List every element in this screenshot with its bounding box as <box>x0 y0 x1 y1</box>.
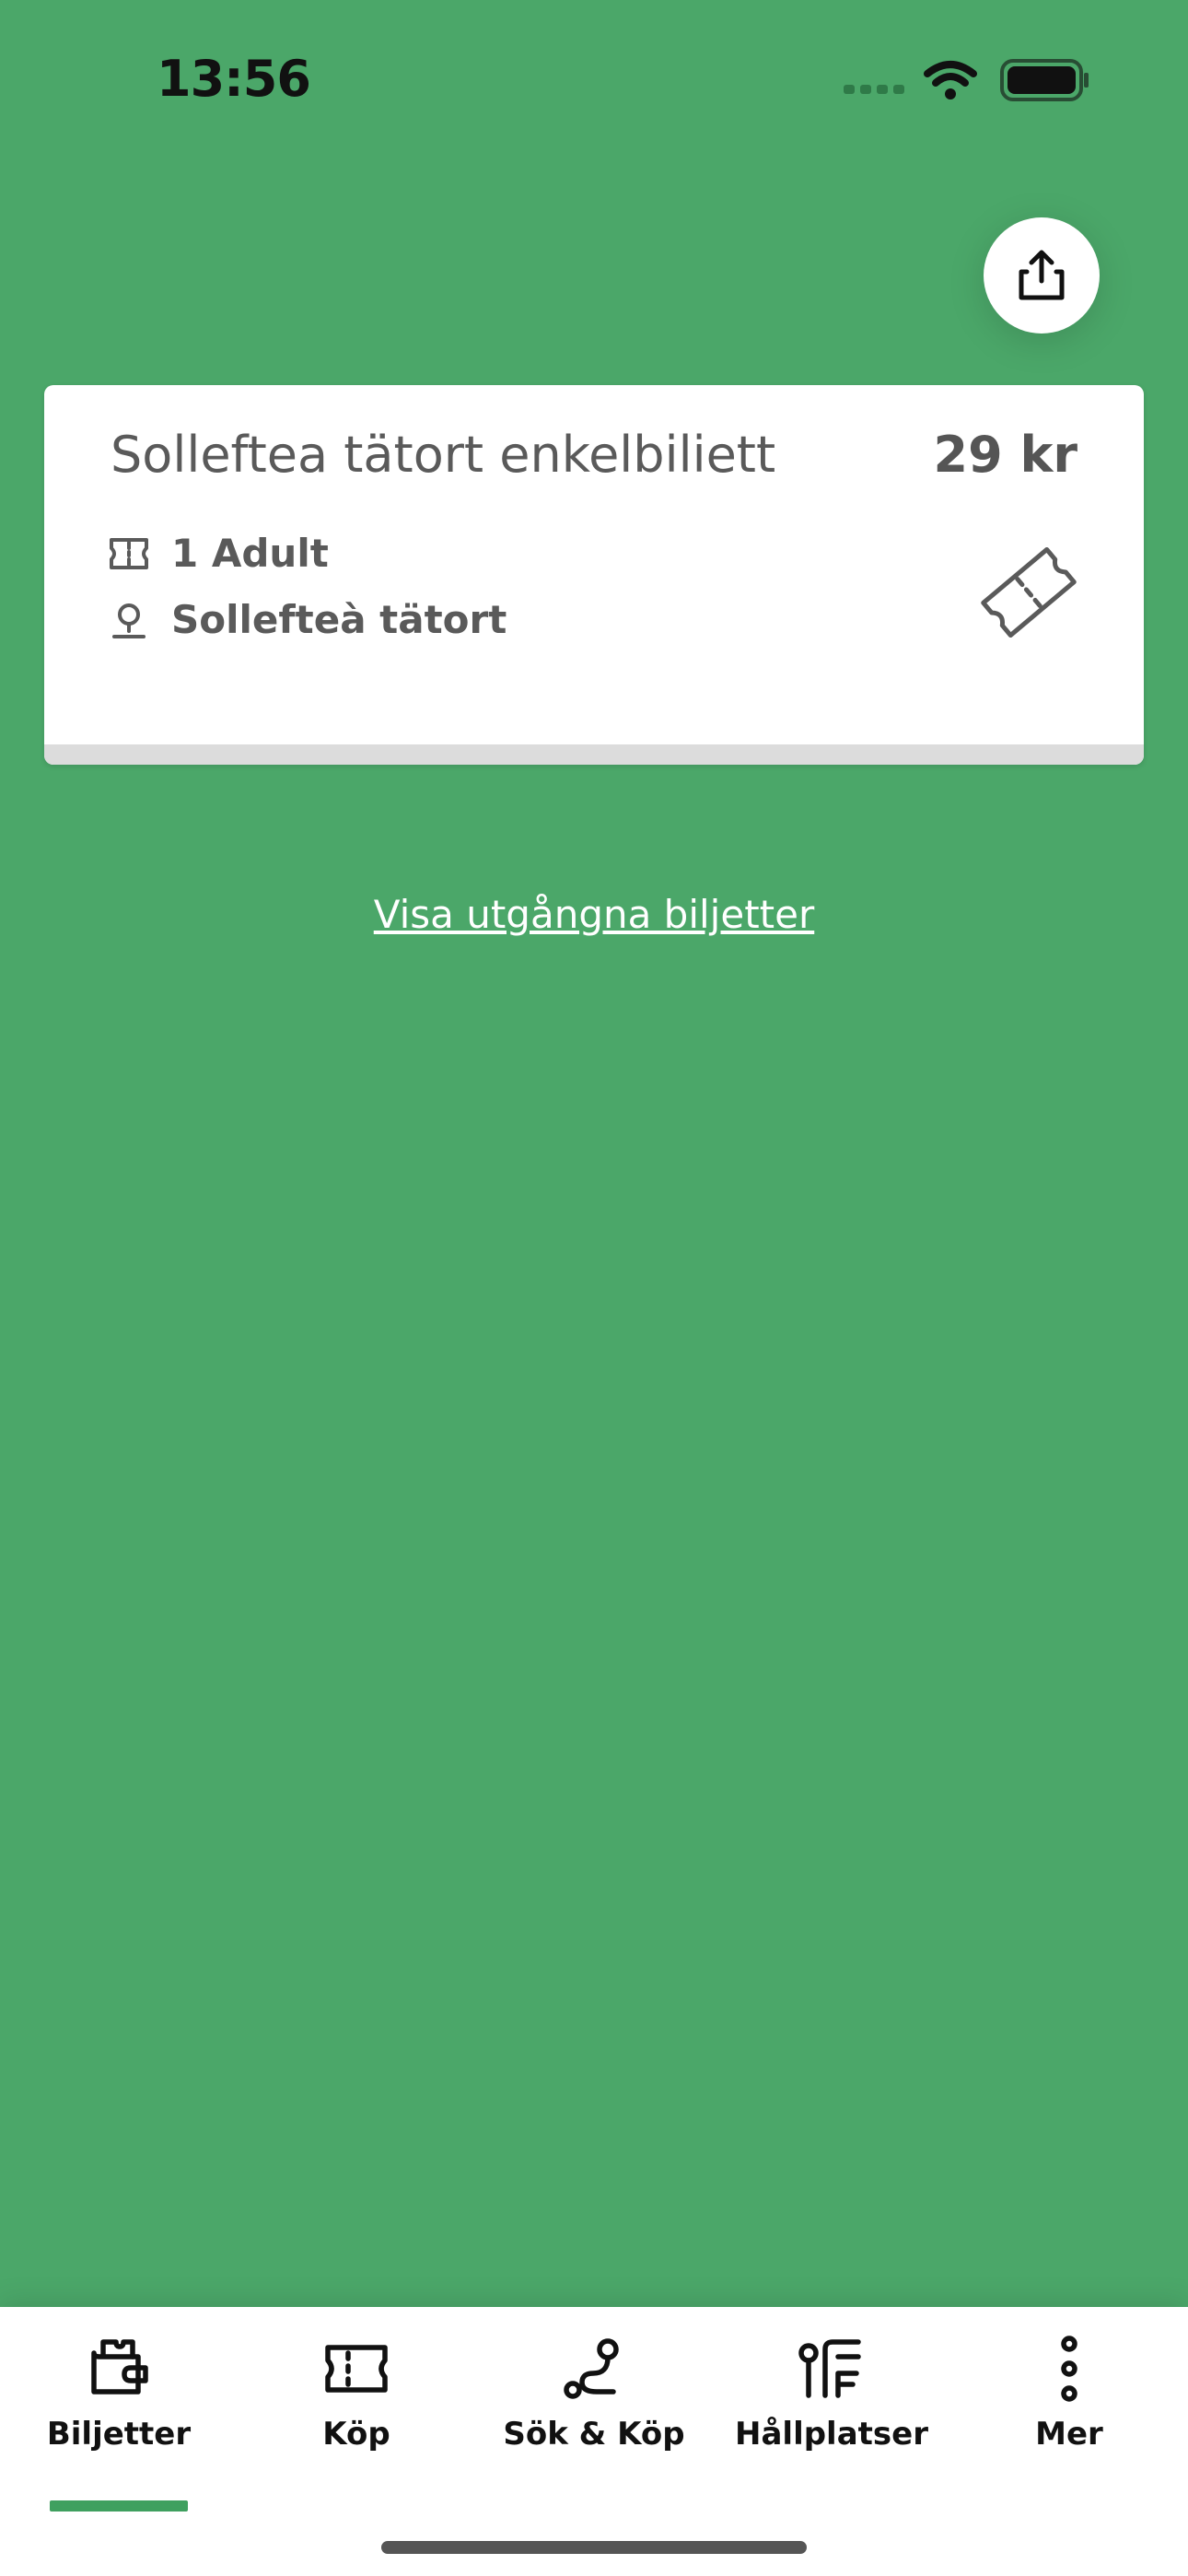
tab-sok-och-kop[interactable]: Sök & Köp <box>475 2335 713 2510</box>
status-time: 13:56 <box>157 50 311 108</box>
tab-hallplatser[interactable]: Hållplatser <box>713 2335 950 2510</box>
active-tab-indicator <box>50 2500 188 2512</box>
ticket-zone: Sollefteà tätort <box>171 597 507 642</box>
ticket-title: Solleftea tätort enkelbiliett <box>111 426 776 484</box>
ticket-card[interactable]: Solleftea tätort enkelbiliett 29 kr 1 Ad… <box>44 385 1144 765</box>
battery-icon <box>1000 59 1089 101</box>
ticket-price: 29 kr <box>933 426 1078 484</box>
tab-label-hallplatser: Hållplatser <box>735 2416 928 2453</box>
tab-kop[interactable]: Köp <box>238 2335 475 2510</box>
ticket-card-footer-strip <box>44 744 1144 765</box>
ticket-zone-row: Sollefteà tätort <box>109 597 507 642</box>
share-icon <box>1019 250 1065 300</box>
show-expired-tickets-link[interactable]: Visa utgångna biljetter <box>0 892 1188 937</box>
cellular-signal-icon <box>844 85 904 94</box>
tab-mer[interactable]: Mer <box>950 2335 1188 2510</box>
status-icons <box>844 59 1089 101</box>
tab-biljetter[interactable]: Biljetter <box>0 2335 238 2512</box>
ticket-passengers-row: 1 Adult <box>109 531 329 576</box>
wifi-icon <box>924 61 977 87</box>
tab-label-sok-och-kop: Sök & Köp <box>503 2416 685 2453</box>
ticket-passengers: 1 Adult <box>171 531 329 576</box>
ticket-icon <box>981 546 1077 638</box>
bus-stop-icon <box>798 2339 861 2398</box>
route-icon <box>564 2338 619 2399</box>
location-pin-icon <box>112 603 146 638</box>
ticket-icon <box>325 2345 388 2393</box>
ticket-small-icon <box>110 537 148 569</box>
tab-label-biljetter: Biljetter <box>46 2416 192 2453</box>
tab-label-mer: Mer <box>1035 2416 1103 2453</box>
share-button[interactable] <box>984 217 1100 334</box>
home-indicator[interactable] <box>381 2541 807 2554</box>
tab-bar: Biljetter Köp Sök & Köp Hållplatser Mer <box>0 2307 1188 2576</box>
wallet-ticket-icon <box>91 2339 148 2395</box>
more-vertical-icon <box>1061 2336 1077 2402</box>
tab-label-kop: Köp <box>322 2416 390 2453</box>
